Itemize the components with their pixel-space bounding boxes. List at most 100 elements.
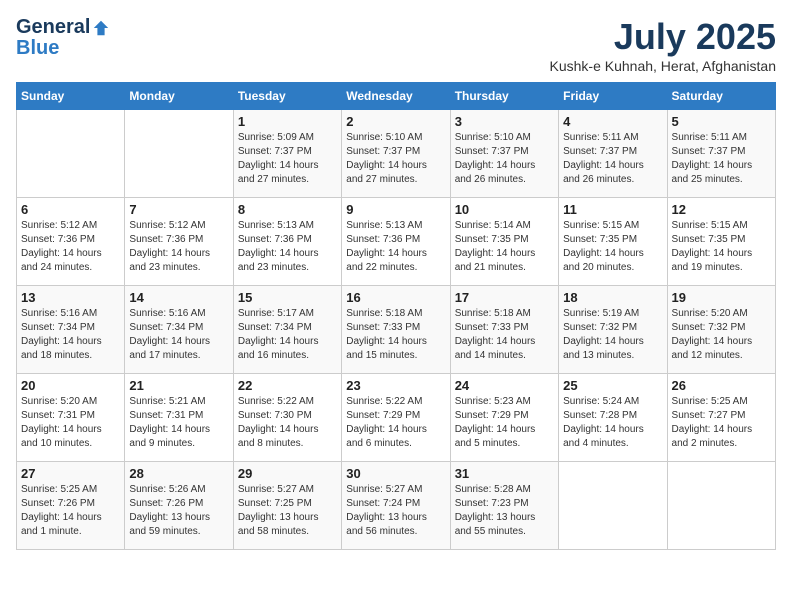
calendar-cell: 29 Sunrise: 5:27 AM Sunset: 7:25 PM Dayli… <box>233 462 341 550</box>
calendar-cell <box>125 110 233 198</box>
day-number: 1 <box>238 114 337 129</box>
day-number: 16 <box>346 290 445 305</box>
day-info: Sunrise: 5:12 AM Sunset: 7:36 PM Dayligh… <box>129 219 228 275</box>
calendar-cell: 11 Sunrise: 5:15 AM Sunset: 7:35 PM Dayli… <box>559 198 667 286</box>
day-info: Sunrise: 5:18 AM Sunset: 7:33 PM Dayligh… <box>346 307 445 363</box>
day-info: Sunrise: 5:23 AM Sunset: 7:29 PM Dayligh… <box>455 395 554 451</box>
calendar-cell: 20 Sunrise: 5:20 AM Sunset: 7:31 PM Dayli… <box>17 374 125 462</box>
week-row-3: 13 Sunrise: 5:16 AM Sunset: 7:34 PM Dayli… <box>17 286 776 374</box>
weekday-header-saturday: Saturday <box>667 83 775 110</box>
day-info: Sunrise: 5:11 AM Sunset: 7:37 PM Dayligh… <box>563 131 662 187</box>
calendar-cell: 2Sunrise: 5:10 AM Sunset: 7:37 PM Daylig… <box>342 110 450 198</box>
day-info: Sunrise: 5:20 AM Sunset: 7:32 PM Dayligh… <box>672 307 771 363</box>
day-info: Sunrise: 5:20 AM Sunset: 7:31 PM Dayligh… <box>21 395 120 451</box>
day-info: Sunrise: 5:12 AM Sunset: 7:36 PM Dayligh… <box>21 219 120 275</box>
day-number: 3 <box>455 114 554 129</box>
weekday-header-friday: Friday <box>559 83 667 110</box>
calendar-cell: 23Sunrise: 5:22 AM Sunset: 7:29 PM Dayli… <box>342 374 450 462</box>
calendar-cell: 25Sunrise: 5:24 AM Sunset: 7:28 PM Dayli… <box>559 374 667 462</box>
location: Kushk-e Kuhnah, Herat, Afghanistan <box>550 58 776 74</box>
title-block: July 2025 Kushk-e Kuhnah, Herat, Afghani… <box>550 16 776 74</box>
weekday-header-monday: Monday <box>125 83 233 110</box>
calendar-table: SundayMondayTuesdayWednesdayThursdayFrid… <box>16 82 776 550</box>
calendar-cell: 24 Sunrise: 5:23 AM Sunset: 7:29 PM Dayli… <box>450 374 558 462</box>
day-number: 15 <box>238 290 337 305</box>
day-info: Sunrise: 5:27 AM Sunset: 7:25 PM Dayligh… <box>238 483 337 539</box>
day-number: 20 <box>21 378 120 393</box>
calendar-header: SundayMondayTuesdayWednesdayThursdayFrid… <box>17 83 776 110</box>
day-number: 6 <box>21 202 120 217</box>
calendar-cell: 30Sunrise: 5:27 AM Sunset: 7:24 PM Dayli… <box>342 462 450 550</box>
calendar-cell: 31Sunrise: 5:28 AM Sunset: 7:23 PM Dayli… <box>450 462 558 550</box>
calendar-cell: 6 Sunrise: 5:12 AM Sunset: 7:36 PM Daylig… <box>17 198 125 286</box>
calendar-cell: 3 Sunrise: 5:10 AM Sunset: 7:37 PM Daylig… <box>450 110 558 198</box>
day-number: 24 <box>455 378 554 393</box>
day-number: 12 <box>672 202 771 217</box>
day-info: Sunrise: 5:10 AM Sunset: 7:37 PM Dayligh… <box>455 131 554 187</box>
day-info: Sunrise: 5:25 AM Sunset: 7:27 PM Dayligh… <box>672 395 771 451</box>
weekday-header-tuesday: Tuesday <box>233 83 341 110</box>
day-number: 23 <box>346 378 445 393</box>
month-title: July 2025 <box>550 16 776 58</box>
day-number: 13 <box>21 290 120 305</box>
weekday-header-thursday: Thursday <box>450 83 558 110</box>
day-info: Sunrise: 5:27 AM Sunset: 7:24 PM Dayligh… <box>346 483 445 539</box>
calendar-cell: 12 Sunrise: 5:15 AM Sunset: 7:35 PM Dayli… <box>667 198 775 286</box>
day-number: 22 <box>238 378 337 393</box>
calendar-cell: 21 Sunrise: 5:21 AM Sunset: 7:31 PM Dayli… <box>125 374 233 462</box>
day-info: Sunrise: 5:15 AM Sunset: 7:35 PM Dayligh… <box>563 219 662 275</box>
day-number: 27 <box>21 466 120 481</box>
calendar-cell: 4 Sunrise: 5:11 AM Sunset: 7:37 PM Daylig… <box>559 110 667 198</box>
day-number: 11 <box>563 202 662 217</box>
week-row-2: 6 Sunrise: 5:12 AM Sunset: 7:36 PM Daylig… <box>17 198 776 286</box>
day-number: 10 <box>455 202 554 217</box>
calendar-cell: 28 Sunrise: 5:26 AM Sunset: 7:26 PM Dayli… <box>125 462 233 550</box>
day-info: Sunrise: 5:09 AM Sunset: 7:37 PM Dayligh… <box>238 131 337 187</box>
day-number: 5 <box>672 114 771 129</box>
day-number: 4 <box>563 114 662 129</box>
logo-general-text: General <box>16 16 90 39</box>
day-info: Sunrise: 5:14 AM Sunset: 7:35 PM Dayligh… <box>455 219 554 275</box>
calendar-cell: 26Sunrise: 5:25 AM Sunset: 7:27 PM Dayli… <box>667 374 775 462</box>
calendar-cell <box>17 110 125 198</box>
day-number: 28 <box>129 466 228 481</box>
day-info: Sunrise: 5:13 AM Sunset: 7:36 PM Dayligh… <box>238 219 337 275</box>
day-number: 21 <box>129 378 228 393</box>
day-info: Sunrise: 5:17 AM Sunset: 7:34 PM Dayligh… <box>238 307 337 363</box>
day-number: 9 <box>346 202 445 217</box>
day-info: Sunrise: 5:22 AM Sunset: 7:30 PM Dayligh… <box>238 395 337 451</box>
calendar-cell: 9 Sunrise: 5:13 AM Sunset: 7:36 PM Daylig… <box>342 198 450 286</box>
day-number: 25 <box>563 378 662 393</box>
calendar-cell: 15 Sunrise: 5:17 AM Sunset: 7:34 PM Dayli… <box>233 286 341 374</box>
day-number: 14 <box>129 290 228 305</box>
calendar-cell: 1 Sunrise: 5:09 AM Sunset: 7:37 PM Daylig… <box>233 110 341 198</box>
week-row-4: 20 Sunrise: 5:20 AM Sunset: 7:31 PM Dayli… <box>17 374 776 462</box>
day-number: 18 <box>563 290 662 305</box>
calendar-cell: 5 Sunrise: 5:11 AM Sunset: 7:37 PM Daylig… <box>667 110 775 198</box>
day-info: Sunrise: 5:28 AM Sunset: 7:23 PM Dayligh… <box>455 483 554 539</box>
calendar-cell: 7Sunrise: 5:12 AM Sunset: 7:36 PM Daylig… <box>125 198 233 286</box>
day-info: Sunrise: 5:18 AM Sunset: 7:33 PM Dayligh… <box>455 307 554 363</box>
day-info: Sunrise: 5:13 AM Sunset: 7:36 PM Dayligh… <box>346 219 445 275</box>
logo-blue-text: Blue <box>16 37 59 59</box>
calendar-cell <box>559 462 667 550</box>
day-info: Sunrise: 5:16 AM Sunset: 7:34 PM Dayligh… <box>129 307 228 363</box>
calendar-cell: 13Sunrise: 5:16 AM Sunset: 7:34 PM Dayli… <box>17 286 125 374</box>
day-info: Sunrise: 5:11 AM Sunset: 7:37 PM Dayligh… <box>672 131 771 187</box>
calendar-cell: 22 Sunrise: 5:22 AM Sunset: 7:30 PM Dayli… <box>233 374 341 462</box>
page-header: General Blue July 2025 Kushk-e Kuhnah, H… <box>16 16 776 74</box>
day-info: Sunrise: 5:15 AM Sunset: 7:35 PM Dayligh… <box>672 219 771 275</box>
week-row-5: 27 Sunrise: 5:25 AM Sunset: 7:26 PM Dayli… <box>17 462 776 550</box>
logo: General Blue <box>16 16 110 60</box>
day-info: Sunrise: 5:21 AM Sunset: 7:31 PM Dayligh… <box>129 395 228 451</box>
calendar-cell: 27 Sunrise: 5:25 AM Sunset: 7:26 PM Dayli… <box>17 462 125 550</box>
calendar-cell <box>667 462 775 550</box>
day-info: Sunrise: 5:19 AM Sunset: 7:32 PM Dayligh… <box>563 307 662 363</box>
calendar-body: 1 Sunrise: 5:09 AM Sunset: 7:37 PM Daylig… <box>17 110 776 550</box>
calendar-cell: 17Sunrise: 5:18 AM Sunset: 7:33 PM Dayli… <box>450 286 558 374</box>
calendar-cell: 8Sunrise: 5:13 AM Sunset: 7:36 PM Daylig… <box>233 198 341 286</box>
day-info: Sunrise: 5:25 AM Sunset: 7:26 PM Dayligh… <box>21 483 120 539</box>
day-info: Sunrise: 5:26 AM Sunset: 7:26 PM Dayligh… <box>129 483 228 539</box>
day-number: 29 <box>238 466 337 481</box>
day-number: 2 <box>346 114 445 129</box>
